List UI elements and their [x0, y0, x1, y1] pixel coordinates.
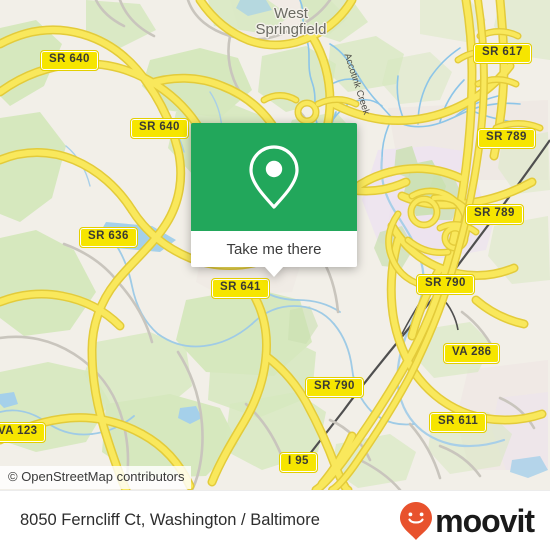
shield-sr-789-up[interactable]: SR 789	[477, 128, 536, 149]
shield-va-286[interactable]: VA 286	[442, 343, 501, 364]
take-me-there-button[interactable]: Take me there	[191, 231, 357, 267]
popup-tail	[264, 266, 284, 277]
shield-sr-640-mid[interactable]: SR 640	[130, 118, 189, 139]
map-pin-icon	[249, 145, 299, 209]
shield-i-95[interactable]: I 95	[279, 452, 318, 473]
moovit-wordmark: moovit	[435, 502, 535, 539]
shield-sr-789-low[interactable]: SR 789	[465, 204, 524, 225]
shield-sr-611[interactable]: SR 611	[428, 412, 488, 433]
popup-header	[191, 123, 357, 231]
shield-va-123[interactable]: VA 123	[0, 422, 47, 443]
shield-sr-641[interactable]: SR 641	[211, 278, 270, 299]
shield-sr-636[interactable]: SR 636	[79, 227, 138, 248]
moovit-pin-smiley-icon	[400, 501, 433, 540]
place-label-west-springfield: West Springfield	[255, 5, 327, 38]
moovit-brand[interactable]: moovit	[398, 501, 550, 541]
osm-attribution[interactable]: © OpenStreetMap contributors	[0, 466, 191, 490]
destination-popup[interactable]: Take me there	[191, 123, 357, 277]
map-canvas[interactable]: West Springfield Accotink Creek SR 640 S…	[0, 0, 550, 490]
footer-bar: 8050 Ferncliff Ct, Washington / Baltimor…	[0, 490, 550, 550]
shield-sr-790-low[interactable]: SR 790	[305, 377, 364, 398]
shield-sr-640-nw[interactable]: SR 640	[40, 50, 99, 71]
moovit-map-screenshot: West Springfield Accotink Creek SR 640 S…	[0, 0, 550, 550]
shield-sr-617[interactable]: SR 617	[473, 43, 532, 64]
shield-sr-790-mid[interactable]: SR 790	[416, 274, 475, 295]
address-title: 8050 Ferncliff Ct, Washington / Baltimor…	[20, 511, 320, 529]
